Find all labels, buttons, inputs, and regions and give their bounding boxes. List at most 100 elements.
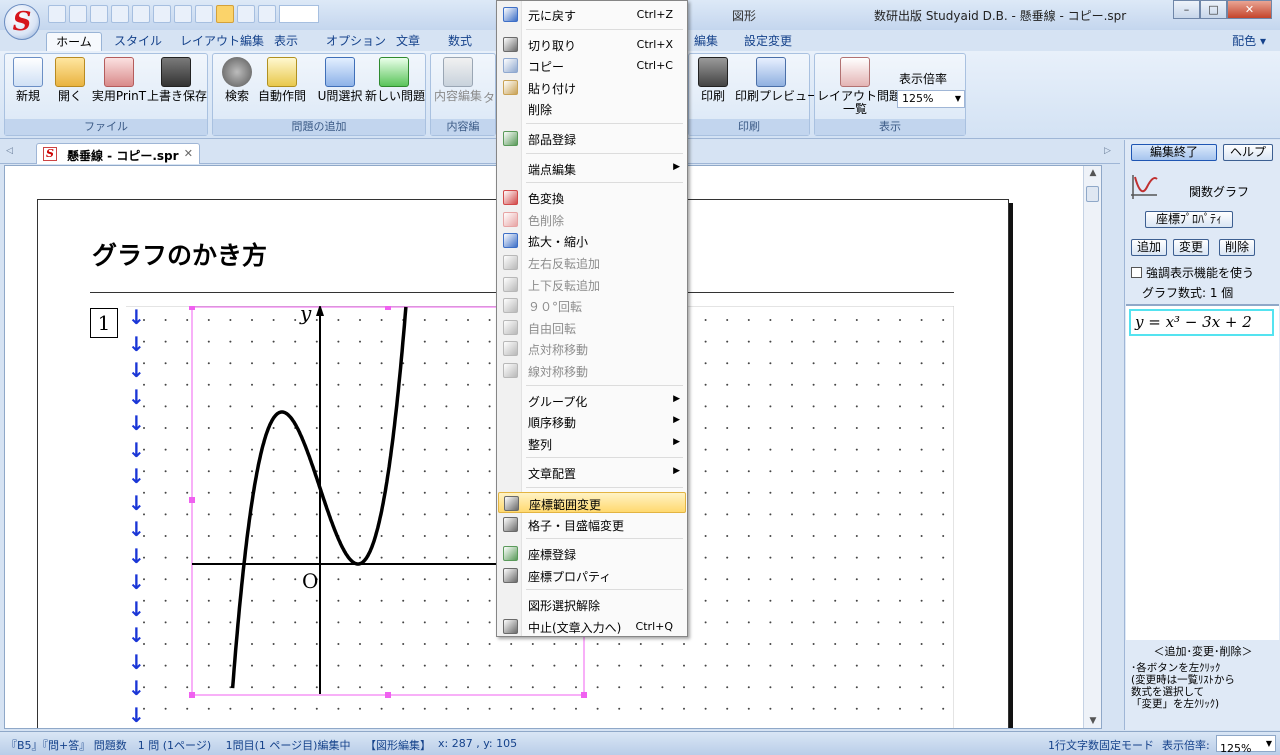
grid-dot (229, 491, 232, 494)
window-title: 数研出版 Studyaid D.B. - 懸垂線 - コピー.spr (874, 9, 1127, 23)
menu-item-2[interactable]: 切り取り Ctrl+X (498, 34, 686, 55)
tab-style[interactable]: スタイル (106, 32, 170, 51)
tab-settings[interactable]: 設定変更 (736, 32, 800, 51)
scroll-up-icon[interactable]: ▲ (1084, 168, 1101, 178)
print-t-button[interactable]: 実用PrinT (91, 57, 147, 115)
selection-handle[interactable] (189, 692, 195, 698)
qat-style-combo[interactable] (279, 5, 319, 23)
tab-home[interactable]: ホーム (46, 32, 102, 51)
qat-format-icon[interactable] (90, 5, 108, 23)
document-tab[interactable]: S 懸垂線 - コピー.spr ✕ (36, 143, 200, 164)
highlight-checkbox[interactable] (1131, 267, 1142, 278)
grid-dot (402, 643, 405, 645)
grid-dot (164, 664, 167, 667)
status-zoom-select[interactable]: 125% ▼ (1216, 735, 1276, 755)
tab-text[interactable]: 文章 (388, 32, 428, 51)
selection-handle[interactable] (189, 304, 195, 310)
group-add-question-label: 問題の追加 (213, 119, 425, 135)
app-menu-button[interactable]: S (4, 4, 40, 40)
scroll-thumb[interactable] (1086, 186, 1099, 202)
menu-item-27[interactable]: 座標範囲変更 (498, 492, 686, 513)
print-preview-button[interactable]: 印刷プレビュー (735, 57, 819, 115)
grid-dot (791, 643, 793, 645)
search-button[interactable]: 検索 (219, 57, 255, 115)
content-edit-button[interactable]: 内容編集 (433, 57, 483, 115)
menu-item-22[interactable]: 順序移動 ▶ (498, 411, 686, 432)
qat-box2-icon[interactable] (195, 5, 213, 23)
zoom-select[interactable]: 125% ▼ (897, 90, 965, 108)
grid-dot (402, 578, 405, 581)
tab-scroll-right-icon[interactable]: ▷ (1104, 146, 1111, 156)
tab-options[interactable]: オプション (318, 32, 394, 51)
qat-print-icon[interactable] (48, 5, 66, 23)
grid-dot (445, 362, 448, 365)
qat-font-color-icon[interactable] (69, 5, 87, 23)
qat-table-icon[interactable] (132, 5, 150, 23)
menu-item-7[interactable]: 部品登録 (498, 128, 686, 149)
tab-scroll-left-icon[interactable]: ◁ (6, 146, 13, 156)
coord-props-button[interactable]: 座標ﾌﾟﾛﾊﾟﾃｨ (1145, 211, 1233, 228)
grid-dot (337, 491, 340, 494)
print-button[interactable]: 印刷 (695, 57, 731, 115)
selection-handle[interactable] (189, 497, 195, 503)
delete-formula-button[interactable]: 削除 (1219, 239, 1255, 256)
menu-item-13[interactable]: 拡大・縮小 (498, 230, 686, 251)
menu-item-28[interactable]: 格子・目盛幅変更 (498, 514, 686, 535)
qat-align-left-icon[interactable] (216, 5, 234, 23)
menu-item-21[interactable]: グループ化 ▶ (498, 390, 686, 411)
grid-dot (359, 621, 361, 624)
menu-item-9[interactable]: 端点編集 ▶ (498, 158, 686, 179)
open-button[interactable]: 開く (53, 57, 87, 115)
menu-item-11[interactable]: 色変換 (498, 187, 686, 208)
grid-dot (229, 599, 232, 602)
new-question-button[interactable]: 新しい問題 (365, 57, 425, 115)
qat-list-icon[interactable] (153, 5, 171, 23)
minimize-button[interactable]: – (1173, 0, 1200, 19)
color-scheme-menu[interactable]: 配色 ▾ (1232, 32, 1266, 49)
menu-item-23[interactable]: 整列 ▶ (498, 433, 686, 454)
qat-align-right-icon[interactable] (258, 5, 276, 23)
menu-item-30[interactable]: 座標登録 (498, 543, 686, 564)
grid-dot (942, 599, 945, 602)
tab-formula[interactable]: 数式 (440, 32, 480, 51)
grid-dot (207, 686, 210, 689)
selection-handle[interactable] (581, 692, 587, 698)
close-tab-icon[interactable]: ✕ (184, 147, 193, 160)
grid-dot (791, 556, 793, 559)
tab-layout-edit[interactable]: レイアウト編集 (172, 32, 272, 51)
highlight-option[interactable]: 強調表示機能を使う (1131, 264, 1254, 281)
add-formula-button[interactable]: 追加 (1131, 239, 1167, 256)
qat-insert-icon[interactable] (111, 5, 129, 23)
menu-item-4[interactable]: 貼り付け (498, 77, 686, 98)
close-button[interactable]: ✕ (1227, 0, 1272, 19)
change-formula-button[interactable]: 変更 (1173, 239, 1209, 256)
auto-create-button[interactable]: 自動作問 (257, 57, 307, 115)
menu-item-34[interactable]: 中止(文章入力へ) Ctrl+Q (498, 616, 686, 637)
menu-item-0[interactable]: 元に戻す Ctrl+Z (498, 4, 686, 25)
scroll-down-icon[interactable]: ▼ (1084, 716, 1101, 726)
save-button[interactable]: 上書き保存 (147, 57, 207, 115)
menu-item-33[interactable]: 図形選択解除 (498, 594, 686, 615)
qat-align-center-icon[interactable] (237, 5, 255, 23)
tab-edit[interactable]: 編集 (686, 32, 726, 51)
qat-box-icon[interactable] (174, 5, 192, 23)
u-select-button[interactable]: U問選択 (317, 57, 363, 115)
selection-handle[interactable] (385, 304, 391, 310)
menu-item-3[interactable]: コピー Ctrl+C (498, 55, 686, 76)
finish-edit-button[interactable]: 編集終了 (1131, 144, 1217, 161)
selection-handle[interactable] (385, 692, 391, 698)
vertical-scrollbar[interactable]: ▲ ▼ (1083, 166, 1101, 728)
grid-dot (747, 643, 750, 645)
formula-list-item[interactable]: y = x³ − 3x + 2 (1129, 309, 1274, 336)
tab-view[interactable]: 表示 (266, 32, 306, 51)
new-button[interactable]: 新規 (11, 57, 45, 115)
menu-item-5[interactable]: 削除 (498, 98, 686, 119)
grid-dot (294, 491, 297, 494)
grid-dot (834, 470, 837, 473)
layout-list-button[interactable]: レイアウト問題 一覧 (817, 57, 901, 116)
menu-item-31[interactable]: 座標プロパティ (498, 565, 686, 586)
menu-item-25[interactable]: 文章配置 ▶ (498, 462, 686, 483)
formula-list[interactable]: y = x³ − 3x + 2 (1126, 304, 1279, 640)
help-button[interactable]: ヘルプ (1223, 144, 1273, 161)
maximize-button[interactable]: □ (1200, 0, 1227, 19)
